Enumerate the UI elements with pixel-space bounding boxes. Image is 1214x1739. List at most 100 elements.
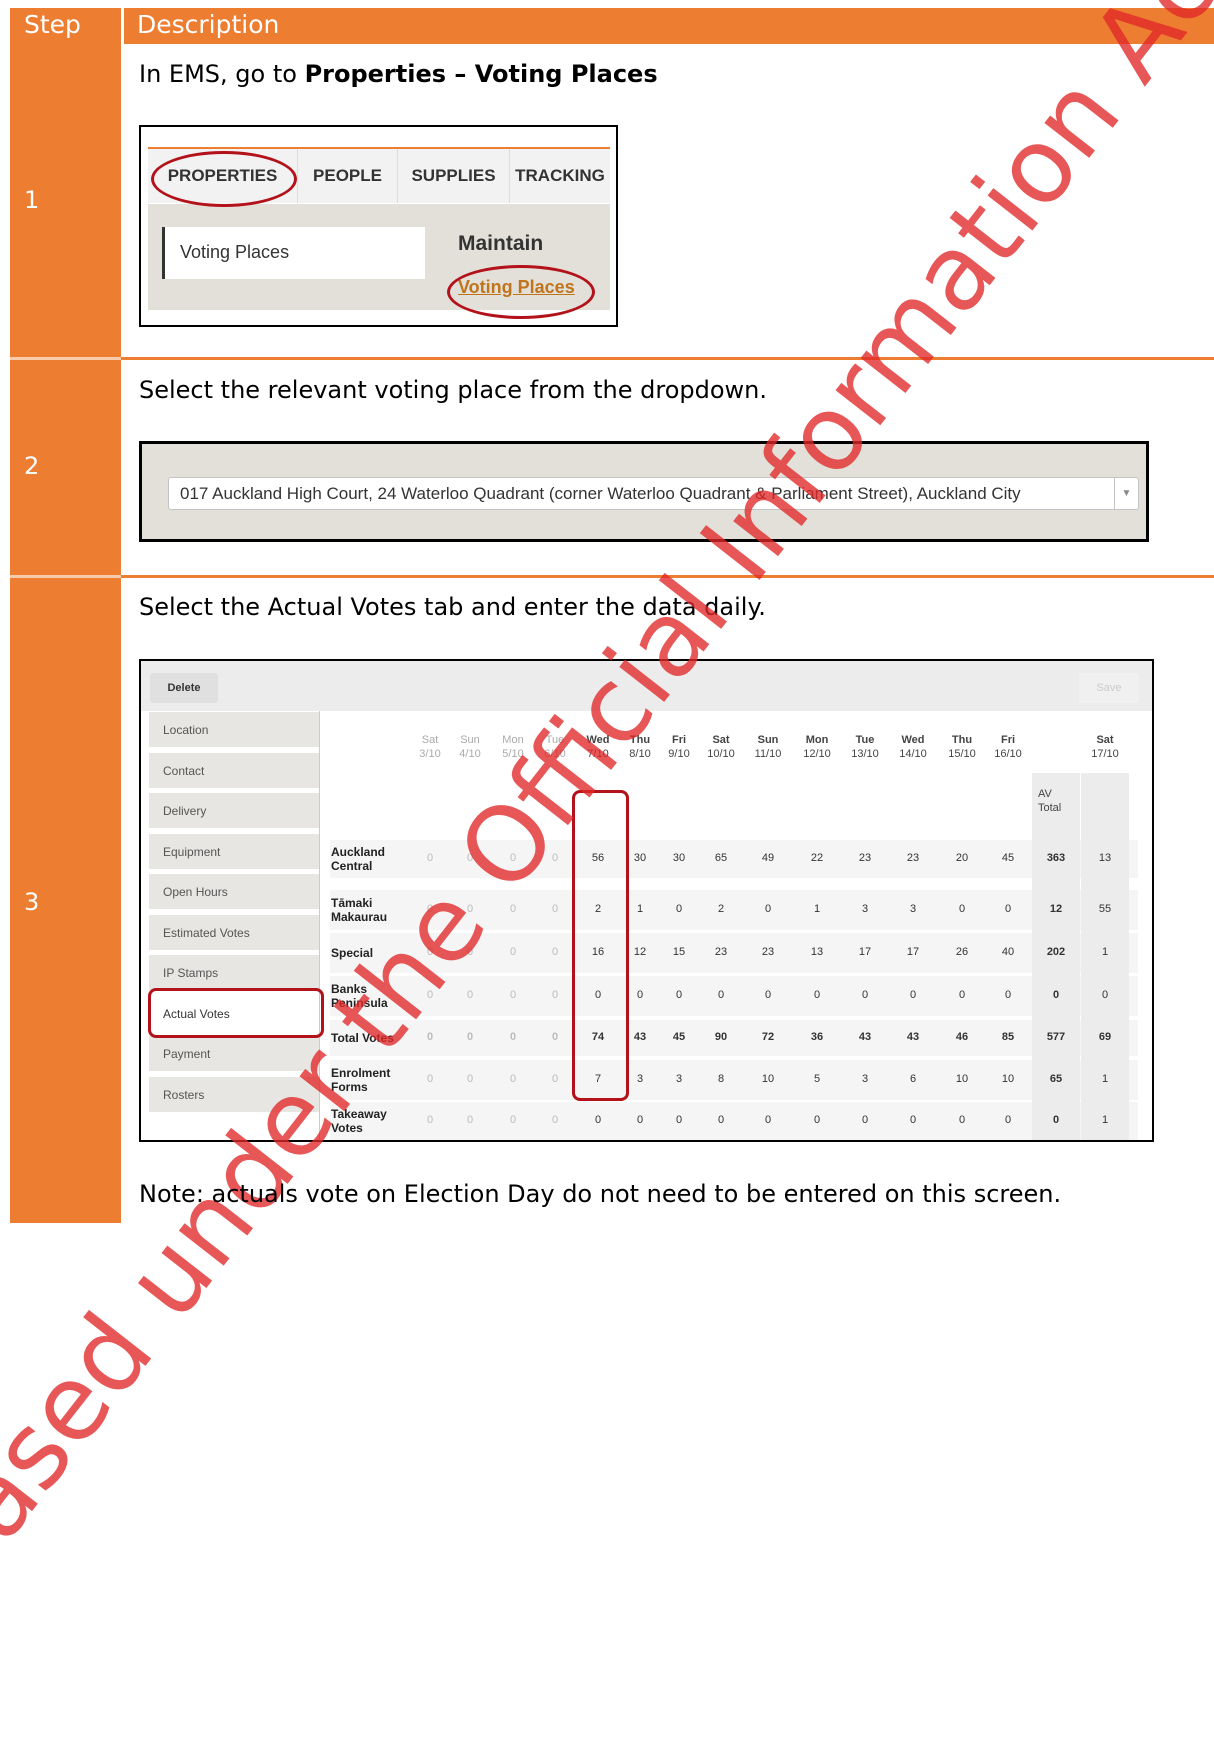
vote-cell[interactable]: 20 [944, 852, 980, 868]
vote-cell[interactable]: 6 [895, 1073, 931, 1089]
tab-people[interactable]: PEOPLE [298, 149, 398, 203]
vote-cell[interactable]: 0 [750, 989, 786, 1005]
vote-cell[interactable]: 0 [944, 989, 980, 1005]
vote-cell[interactable]: 3 [661, 1073, 697, 1089]
vote-cell[interactable]: 0 [661, 1114, 697, 1130]
vote-cell[interactable]: 0 [944, 903, 980, 919]
day-header: Mon 12/10 [795, 733, 839, 763]
vote-cell[interactable]: 2 [703, 903, 739, 919]
vote-cell: 0 [509, 1031, 517, 1043]
vote-cell: 0 [509, 903, 517, 915]
vote-cell[interactable]: 0 [703, 989, 739, 1005]
vote-cell: 0 [466, 1073, 474, 1085]
sidebar-item-location[interactable]: Location [149, 712, 319, 748]
election-day-cell[interactable]: 1 [1085, 946, 1125, 962]
day-name: Fri [1000, 734, 1016, 746]
sidebar-item-payment[interactable]: Payment [149, 1036, 319, 1072]
vote-cell[interactable]: 3 [847, 903, 883, 919]
vote-cell[interactable]: 0 [990, 1114, 1026, 1130]
day-date: 8/10 [629, 748, 651, 760]
vote-cell[interactable]: 0 [990, 903, 1026, 919]
vote-cell[interactable]: 8 [703, 1073, 739, 1089]
vote-cell[interactable]: 23 [895, 852, 931, 868]
vote-cell: 0 [426, 903, 434, 915]
vote-cell[interactable]: 0 [895, 1114, 931, 1130]
vote-cell[interactable]: 65 [703, 852, 739, 868]
vote-cell[interactable]: 26 [944, 946, 980, 962]
vote-cell[interactable]: 0 [622, 1114, 658, 1130]
vote-cell[interactable]: 43 [847, 1031, 883, 1047]
vote-cell[interactable]: 0 [990, 989, 1026, 1005]
vote-cell[interactable]: 3 [847, 1073, 883, 1089]
election-day-cell[interactable]: 13 [1085, 852, 1125, 868]
step-3-instruction: Select the Actual Votes tab and enter th… [139, 593, 766, 621]
voting-place-select[interactable]: 017 Auckland High Court, 24 Waterloo Qua… [168, 477, 1139, 510]
vote-cell: 0 [551, 989, 559, 1001]
vote-cell[interactable]: 0 [580, 1114, 616, 1130]
tab-supplies[interactable]: SUPPLIES [398, 149, 510, 203]
vote-cell[interactable]: 72 [750, 1031, 786, 1047]
day-date: 15/10 [948, 748, 976, 760]
vote-cell[interactable]: 90 [703, 1031, 739, 1047]
vote-cell[interactable]: 0 [750, 903, 786, 919]
vote-cell[interactable]: 36 [799, 1031, 835, 1047]
vote-cell[interactable]: 0 [661, 989, 697, 1005]
vote-cell[interactable]: 23 [750, 946, 786, 962]
vote-cell[interactable]: 49 [750, 852, 786, 868]
vote-cell[interactable]: 43 [895, 1031, 931, 1047]
vote-cell[interactable]: 85 [990, 1031, 1026, 1047]
vote-cell[interactable]: 0 [799, 1114, 835, 1130]
sidebar-item-estimated-votes[interactable]: Estimated Votes [149, 914, 319, 951]
save-button[interactable]: Save [1079, 673, 1139, 703]
day-name: Wed [901, 734, 925, 746]
vote-cell[interactable]: 0 [847, 1114, 883, 1130]
vote-cell: 0 [509, 1114, 517, 1126]
vote-cell[interactable]: 0 [750, 1114, 786, 1130]
sidebar-item-contact[interactable]: Contact [149, 752, 319, 789]
election-day-cell[interactable]: 1 [1085, 1073, 1125, 1089]
vote-cell[interactable]: 0 [799, 989, 835, 1005]
sidebar-item-ip-stamps[interactable]: IP Stamps [149, 955, 319, 991]
vote-cell[interactable]: 23 [703, 946, 739, 962]
sidebar-item-delivery[interactable]: Delivery [149, 793, 319, 829]
vote-cell[interactable]: 1 [799, 903, 835, 919]
tab-tracking[interactable]: TRACKING [510, 149, 610, 203]
vote-cell[interactable]: 40 [990, 946, 1026, 962]
day-name: Thu [629, 734, 651, 746]
election-day-cell[interactable]: 69 [1085, 1031, 1125, 1047]
election-day-cell[interactable]: 1 [1085, 1114, 1125, 1130]
vote-cell[interactable]: 0 [703, 1114, 739, 1130]
day-header: Thu 15/10 [940, 733, 984, 763]
vote-cell[interactable]: 17 [847, 946, 883, 962]
sidebar-item-open-hours[interactable]: Open Hours [149, 874, 319, 910]
vote-cell[interactable]: 23 [847, 852, 883, 868]
vote-cell[interactable]: 10 [750, 1073, 786, 1089]
vote-cell[interactable]: 15 [661, 946, 697, 962]
day-name: Sat [421, 734, 439, 746]
vote-cell: 0 [426, 946, 434, 958]
vote-cell[interactable]: 0 [661, 903, 697, 919]
row-divider-2 [121, 575, 1214, 578]
delete-button[interactable]: Delete [150, 673, 218, 703]
vote-cell[interactable]: 45 [990, 852, 1026, 868]
vote-cell[interactable]: 13 [799, 946, 835, 962]
vote-cell[interactable]: 5 [799, 1073, 835, 1089]
sidebar-item-voting-places[interactable]: Voting Places [162, 227, 425, 279]
sidebar-item-rosters[interactable]: Rosters [149, 1076, 319, 1113]
chevron-down-icon[interactable]: ▼ [1114, 478, 1138, 509]
vote-cell[interactable]: 0 [895, 989, 931, 1005]
sidebar-item-equipment[interactable]: Equipment [149, 833, 319, 870]
vote-cell[interactable]: 3 [895, 903, 931, 919]
vote-cell[interactable]: 10 [944, 1073, 980, 1089]
vote-cell[interactable]: 30 [661, 852, 697, 868]
day-date: 3/10 [419, 748, 441, 760]
vote-cell[interactable]: 45 [661, 1031, 697, 1047]
vote-cell[interactable]: 46 [944, 1031, 980, 1047]
election-day-cell[interactable]: 55 [1085, 903, 1125, 919]
election-day-cell[interactable]: 0 [1085, 989, 1125, 1005]
vote-cell[interactable]: 17 [895, 946, 931, 962]
vote-cell[interactable]: 0 [847, 989, 883, 1005]
vote-cell[interactable]: 10 [990, 1073, 1026, 1089]
vote-cell[interactable]: 22 [799, 852, 835, 868]
vote-cell[interactable]: 0 [944, 1114, 980, 1130]
